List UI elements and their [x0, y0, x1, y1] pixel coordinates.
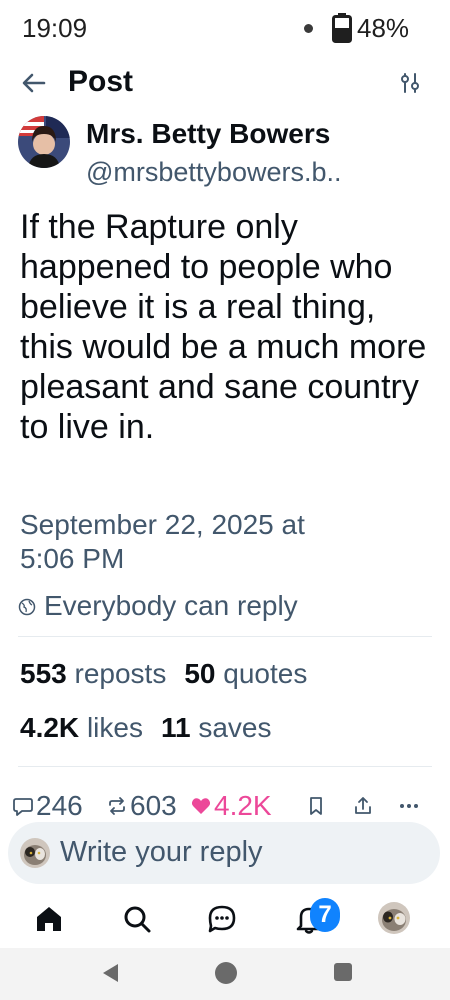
divider — [18, 766, 432, 767]
like-count: 4.2K — [214, 790, 272, 821]
saves-stat: 11 saves — [161, 712, 272, 743]
reposts-count: 553 — [20, 658, 67, 689]
likes-stat[interactable]: 4.2K likes — [20, 712, 143, 743]
system-recents-icon[interactable] — [334, 963, 352, 981]
post-actions: 246 603 4.2K — [0, 786, 450, 826]
search-icon[interactable] — [120, 902, 154, 936]
post-timestamp: September 22, 2025 at 5:06 PM — [20, 508, 420, 576]
thread-options-icon[interactable] — [398, 71, 422, 95]
chat-icon[interactable] — [205, 902, 239, 936]
home-icon[interactable] — [32, 902, 66, 936]
share-button[interactable] — [352, 786, 374, 826]
author-avatar[interactable] — [18, 116, 70, 168]
heart-filled-icon — [191, 798, 211, 814]
reposts-stat[interactable]: 553 reposts — [20, 658, 166, 689]
reply-button[interactable]: 246 — [12, 786, 83, 826]
author-handle[interactable]: @mrsbettybowers.b.. — [86, 157, 436, 188]
share-icon — [355, 797, 371, 814]
status-time: 19:09 — [22, 13, 88, 43]
likes-count: 4.2K — [20, 712, 80, 743]
stats-row-likes: 4.2K likes 11 saves — [20, 712, 272, 744]
quotes-count: 50 — [184, 658, 216, 689]
reply-input-placeholder: Write your reply — [60, 836, 263, 868]
quotes-label: quotes — [223, 658, 308, 689]
system-back-icon[interactable] — [100, 962, 120, 984]
reply-icon — [13, 798, 33, 816]
back-arrow-icon[interactable] — [18, 67, 50, 99]
likes-label: likes — [86, 712, 143, 743]
notification-dot-icon — [304, 24, 313, 33]
post-time-line: 5:06 PM — [20, 543, 125, 574]
more-options-button[interactable] — [398, 786, 420, 826]
status-bar: 19:09 48% — [0, 0, 450, 56]
bottom-tab-bar: 7 — [0, 890, 450, 948]
globe-icon — [18, 598, 36, 616]
notification-badge: 7 — [310, 898, 340, 932]
like-button[interactable]: 4.2K — [190, 786, 272, 826]
repost-count: 603 — [130, 790, 177, 821]
reply-count: 246 — [36, 790, 83, 821]
reposts-label: reposts — [74, 658, 167, 689]
system-home-icon[interactable] — [215, 962, 237, 984]
profile-tab-avatar[interactable] — [378, 902, 410, 934]
repost-button[interactable]: 603 — [106, 786, 177, 826]
system-navigation-bar — [0, 948, 450, 1000]
current-user-avatar — [20, 838, 50, 868]
reply-composer[interactable]: Write your reply — [8, 822, 440, 884]
battery-level: 48% — [357, 13, 410, 43]
repost-icon — [109, 797, 125, 815]
author-name[interactable]: Mrs. Betty Bowers — [86, 118, 330, 150]
divider — [18, 636, 432, 637]
post-header: Post — [0, 56, 450, 110]
reply-settings-label: Everybody can reply — [44, 590, 298, 621]
saves-label: saves — [198, 712, 272, 743]
post-date-line: September 22, 2025 at — [20, 509, 305, 540]
page-title: Post — [68, 65, 134, 98]
bookmark-icon — [310, 797, 322, 815]
more-dots-icon — [400, 804, 418, 808]
battery-icon — [332, 13, 352, 43]
bookmark-button[interactable] — [305, 786, 327, 826]
post-text: If the Rapture only happened to people w… — [20, 208, 427, 446]
saves-count: 11 — [160, 712, 191, 743]
quotes-stat[interactable]: 50 quotes — [184, 658, 307, 689]
stats-row-reposts: 553 reposts 50 quotes — [20, 658, 307, 690]
